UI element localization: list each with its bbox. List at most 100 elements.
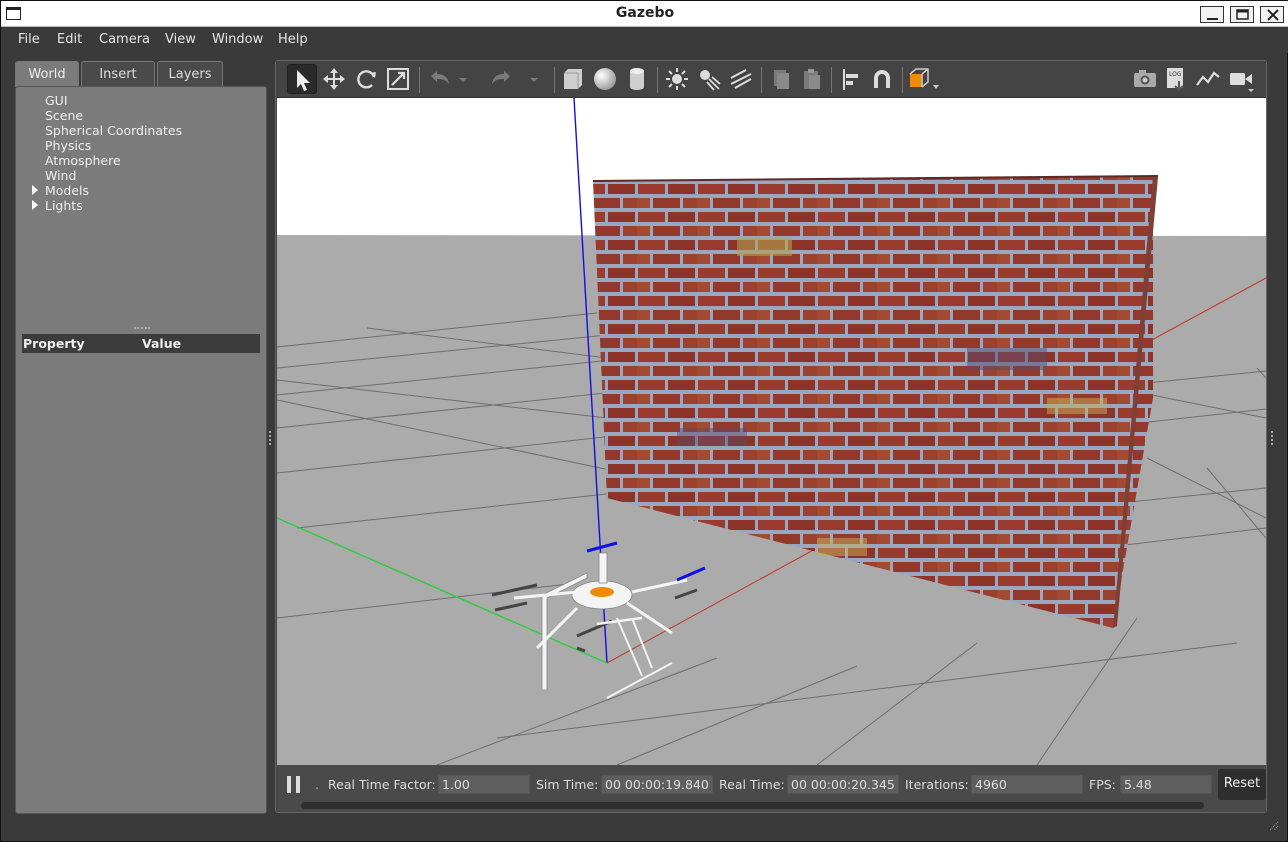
property-column-header: Property [23, 336, 85, 351]
menu-window[interactable]: Window [212, 32, 263, 47]
brick-wall [592, 175, 1159, 628]
directional-light-button[interactable] [726, 64, 756, 94]
window-title: Gazebo [615, 5, 675, 21]
world-tree-panel: GUI Scene Spherical Coordinates Physics … [15, 86, 267, 814]
select-mode-button[interactable] [287, 64, 317, 94]
scale-icon [387, 68, 409, 90]
paste-icon [804, 69, 820, 89]
tree-item-spherical-coordinates[interactable]: Spherical Coordinates [45, 123, 182, 138]
tree-item-physics[interactable]: Physics [45, 138, 91, 153]
log-label: LOG [1169, 71, 1182, 78]
arrow-pointer-icon [297, 70, 310, 91]
fps-value: 5.48 [1120, 775, 1212, 794]
redo-history-button[interactable] [527, 64, 541, 94]
toolbar-separator [761, 67, 762, 93]
menu-camera[interactable]: Camera [99, 32, 150, 47]
horizontal-scrollbar[interactable] [301, 802, 1204, 809]
tree-item-scene[interactable]: Scene [45, 108, 83, 123]
pause-button[interactable] [287, 776, 301, 793]
rotate-icon [357, 70, 376, 89]
cylinder-icon [630, 68, 644, 90]
menu-bar: File Edit Camera View Window Help [1, 27, 1288, 53]
redo-button[interactable] [486, 64, 516, 94]
snap-button[interactable] [867, 64, 897, 94]
left-splitter-handle[interactable] [269, 431, 272, 445]
toolbar: LOG [276, 61, 1266, 98]
status-bar: . Real Time Factor: 1.00 Sim Time: 00 00… [277, 765, 1266, 812]
close-button[interactable] [1260, 6, 1284, 23]
step-marker: . [315, 777, 319, 792]
sphere-shape-button[interactable] [590, 64, 620, 94]
chevron-down-icon [530, 78, 538, 82]
scale-mode-button[interactable] [383, 64, 413, 94]
toolbar-separator [831, 67, 832, 93]
paste-button[interactable] [797, 64, 827, 94]
expand-arrow-icon[interactable] [32, 185, 38, 195]
view-angle-button[interactable] [906, 64, 942, 94]
menu-edit[interactable]: Edit [57, 32, 82, 47]
toolbar-separator [657, 67, 658, 93]
scene-render [277, 98, 1266, 765]
redo-icon [492, 71, 510, 84]
pause-icon [287, 776, 291, 793]
log-icon: LOG [1167, 68, 1184, 92]
align-button[interactable] [836, 64, 866, 94]
camera-icon [1134, 70, 1156, 87]
expand-arrow-icon[interactable] [32, 200, 38, 210]
real-time-value: 00 00:00:20.345 [787, 775, 899, 794]
tree-item-gui[interactable]: GUI [45, 93, 68, 108]
magnet-icon [874, 70, 890, 88]
plot-icon [1196, 71, 1220, 86]
iterations-label: Iterations: [905, 777, 969, 792]
rotate-mode-button[interactable] [351, 64, 381, 94]
tree-item-models[interactable]: Models [45, 183, 89, 198]
cylinder-shape-button[interactable] [622, 64, 652, 94]
reset-button[interactable]: Reset [1218, 769, 1266, 800]
minimize-button[interactable] [1200, 6, 1224, 23]
x-axis [606, 547, 818, 664]
real-time-label: Real Time: [719, 777, 785, 792]
tab-world[interactable]: World [15, 61, 79, 87]
undo-icon [431, 71, 449, 84]
3d-viewport[interactable] [277, 98, 1266, 765]
screenshot-button[interactable] [1130, 64, 1160, 94]
directional-light-icon [730, 69, 752, 89]
right-splitter-handle[interactable] [1271, 431, 1274, 445]
toolbar-separator [419, 67, 420, 93]
tree-item-lights[interactable]: Lights [45, 198, 83, 213]
box-shape-button[interactable] [558, 64, 588, 94]
move-arrows-icon [323, 68, 345, 90]
translate-mode-button[interactable] [319, 64, 349, 94]
video-camera-icon [1230, 73, 1254, 92]
point-light-button[interactable] [662, 64, 692, 94]
real-time-factor-value: 1.00 [438, 775, 530, 794]
maximize-button[interactable] [1230, 6, 1254, 23]
undo-history-button[interactable] [456, 64, 470, 94]
real-time-factor-label: Real Time Factor: [328, 777, 436, 792]
sim-time-label: Sim Time: [536, 777, 599, 792]
box-icon [564, 69, 582, 89]
plot-button[interactable] [1193, 64, 1223, 94]
log-button[interactable]: LOG [1161, 64, 1191, 94]
video-record-button[interactable] [1226, 64, 1262, 94]
view-cube-icon [909, 68, 939, 89]
tree-item-wind[interactable]: Wind [45, 168, 76, 183]
panel-splitter-handle[interactable] [134, 327, 150, 330]
tree-item-atmosphere[interactable]: Atmosphere [45, 153, 121, 168]
copy-button[interactable] [766, 64, 796, 94]
spot-light-button[interactable] [694, 64, 724, 94]
value-column-header: Value [142, 336, 182, 351]
sun-icon [666, 68, 688, 90]
property-table-header: Property Value [22, 334, 260, 353]
toolbar-separator [902, 67, 903, 93]
tab-insert[interactable]: Insert [81, 61, 155, 87]
resize-grip-icon[interactable] [1267, 819, 1279, 831]
spot-light-icon [700, 70, 721, 91]
tab-layers[interactable]: Layers [157, 61, 223, 87]
toolbar-separator [554, 67, 555, 93]
undo-button[interactable] [425, 64, 455, 94]
menu-file[interactable]: File [18, 32, 40, 47]
menu-help[interactable]: Help [278, 32, 308, 47]
menu-view[interactable]: View [165, 32, 196, 47]
title-bar: Gazebo [1, 1, 1288, 27]
